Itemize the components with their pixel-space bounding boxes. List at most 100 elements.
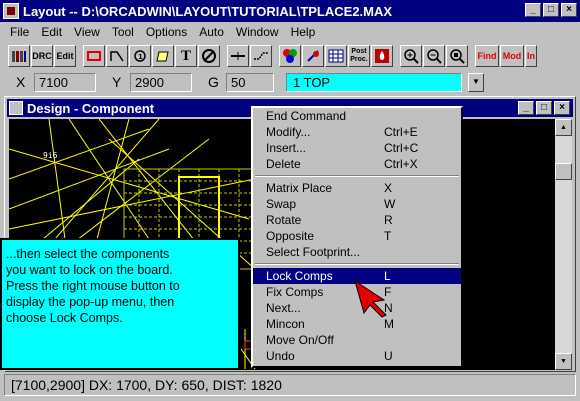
minimize-button[interactable]: _ <box>525 3 541 17</box>
menu-item-shortcut: Ctrl+C <box>384 141 419 155</box>
obstacle-tool-icon[interactable] <box>152 45 174 67</box>
menu-edit[interactable]: Edit <box>35 25 68 39</box>
menu-item-modify[interactable]: Modify... Ctrl+E <box>253 124 461 140</box>
app-title: Layout -- D:\ORCADWIN\LAYOUT\TUTORIAL\TP… <box>23 3 393 19</box>
menu-auto[interactable]: Auto <box>193 25 230 39</box>
menu-bar: File Edit View Tool Options Auto Window … <box>0 22 580 42</box>
grid-field[interactable]: 50 <box>226 72 274 92</box>
menu-item-shortcut: R <box>384 213 393 227</box>
menu-item-swap[interactable]: Swap W <box>253 196 461 212</box>
svg-text:1: 1 <box>138 53 143 61</box>
design-close-button[interactable]: × <box>554 101 570 115</box>
find-button[interactable]: Find <box>475 45 499 67</box>
component-tool-icon[interactable] <box>83 45 105 67</box>
library-icon[interactable] <box>8 45 30 67</box>
y-label: Y <box>112 74 122 90</box>
vertical-scrollbar[interactable]: ▲ ▼ <box>555 119 572 370</box>
menu-item-insert[interactable]: Insert... Ctrl+C <box>253 140 461 156</box>
menu-item-label: Mincon <box>266 317 305 331</box>
menu-options[interactable]: Options <box>140 25 193 39</box>
menu-tool[interactable]: Tool <box>106 25 140 39</box>
pin-label: 9i6 <box>43 151 58 160</box>
design-minimize-button[interactable]: _ <box>518 101 534 115</box>
y-coordinate-field[interactable]: 2900 <box>130 72 192 92</box>
x-coordinate-field[interactable]: 7100 <box>34 72 96 92</box>
menu-item-label: Undo <box>266 349 295 363</box>
edit-button[interactable]: Edit <box>54 45 76 67</box>
zoom-all-icon[interactable] <box>446 45 468 67</box>
no-connect-icon[interactable] <box>198 45 220 67</box>
menu-item-select-footprint[interactable]: Select Footprint... <box>253 244 461 260</box>
design-window-title: Design - Component <box>27 100 155 116</box>
menu-file[interactable]: File <box>4 25 35 39</box>
coordinate-bar: X 7100 Y 2900 G 50 1 TOP ▼ <box>0 70 580 94</box>
menu-item-label: Opposite <box>266 229 315 243</box>
connection-tool-icon[interactable] <box>106 45 128 67</box>
close-button[interactable]: × <box>561 3 577 17</box>
menu-item-shortcut: Ctrl+E <box>384 125 418 139</box>
app-title-bar[interactable]: Layout -- D:\ORCADWIN\LAYOUT\TUTORIAL\TP… <box>0 0 580 22</box>
menu-item-label: Move On/Off <box>266 333 334 347</box>
route-tool-icon[interactable] <box>250 45 272 67</box>
menu-item-label: Insert... <box>266 141 307 155</box>
pin-tool-icon[interactable]: 1 <box>129 45 151 67</box>
scroll-thumb[interactable] <box>555 163 572 180</box>
menu-item-shortcut: U <box>384 349 393 363</box>
scroll-down-icon[interactable]: ▼ <box>555 353 572 370</box>
menu-item-end-command[interactable]: End Command <box>253 108 461 124</box>
post-process-button[interactable]: Post Proc. <box>348 45 370 67</box>
menu-item-shortcut: M <box>384 317 394 331</box>
menu-item-rotate[interactable]: Rotate R <box>253 212 461 228</box>
design-window-icon[interactable] <box>9 101 23 115</box>
menu-window[interactable]: Window <box>230 25 285 39</box>
menu-item-opposite[interactable]: Opposite T <box>253 228 461 244</box>
text-tool-button[interactable]: T <box>175 45 197 67</box>
menu-item-label: Rotate <box>266 213 302 227</box>
menu-separator <box>253 172 461 180</box>
menu-item-label: Fix Comps <box>266 285 324 299</box>
menu-help[interactable]: Help <box>285 25 322 39</box>
insert-button[interactable]: In <box>525 45 537 67</box>
drc-button[interactable]: DRC <box>31 45 53 67</box>
menu-item-mincon[interactable]: Mincon M <box>253 316 461 332</box>
modify-button[interactable]: Mod <box>500 45 524 67</box>
status-text: [7100,2900] DX: 1700, DY: 650, DIST: 182… <box>11 377 282 393</box>
zoom-in-icon[interactable] <box>400 45 422 67</box>
chevron-down-icon[interactable]: ▼ <box>468 72 484 92</box>
menu-item-label: Matrix Place <box>266 181 333 195</box>
track-tool-icon[interactable] <box>227 45 249 67</box>
app-icon[interactable] <box>3 3 19 19</box>
layer-select[interactable]: 1 TOP <box>286 72 462 92</box>
maximize-button[interactable]: □ <box>543 3 559 17</box>
menu-item-label: Delete <box>266 157 301 171</box>
menu-item-shortcut: Ctrl+X <box>384 157 418 171</box>
menu-item-label: End Command <box>266 109 347 123</box>
context-menu: End Command Modify... Ctrl+E Insert... Ctrl+… <box>251 106 463 368</box>
spreadsheet-icon[interactable] <box>325 45 347 67</box>
menu-item-shortcut: W <box>384 197 396 211</box>
menu-item-undo[interactable]: Undo U <box>253 348 461 364</box>
zoom-out-icon[interactable] <box>423 45 445 67</box>
menu-item-matrix-place[interactable]: Matrix Place X <box>253 180 461 196</box>
menu-item-label: Next... <box>266 301 301 315</box>
menu-item-label: Modify... <box>266 125 311 139</box>
grid-label: G <box>208 74 219 90</box>
scroll-up-icon[interactable]: ▲ <box>555 119 572 136</box>
menu-item-shortcut: X <box>384 181 393 195</box>
menu-item-delete[interactable]: Delete Ctrl+X <box>253 156 461 172</box>
menu-view[interactable]: View <box>68 25 106 39</box>
drop-icon[interactable] <box>371 45 393 67</box>
menu-item-shortcut: T <box>384 229 392 243</box>
tutorial-callout: ...then select the components you want t… <box>0 238 240 370</box>
mouse-cursor-icon <box>354 279 387 318</box>
status-bar: [7100,2900] DX: 1700, DY: 650, DIST: 182… <box>4 374 576 396</box>
color-icon[interactable] <box>279 45 301 67</box>
menu-item-label: Select Footprint... <box>266 245 361 259</box>
menu-item-move-on-off[interactable]: Move On/Off <box>253 332 461 348</box>
menu-item-label: Swap <box>266 197 297 211</box>
menu-separator <box>253 260 461 268</box>
design-maximize-button[interactable]: □ <box>536 101 552 115</box>
reconnect-icon[interactable] <box>302 45 324 67</box>
callout-text: ...then select the components you want t… <box>6 247 180 325</box>
x-label: X <box>16 74 26 90</box>
